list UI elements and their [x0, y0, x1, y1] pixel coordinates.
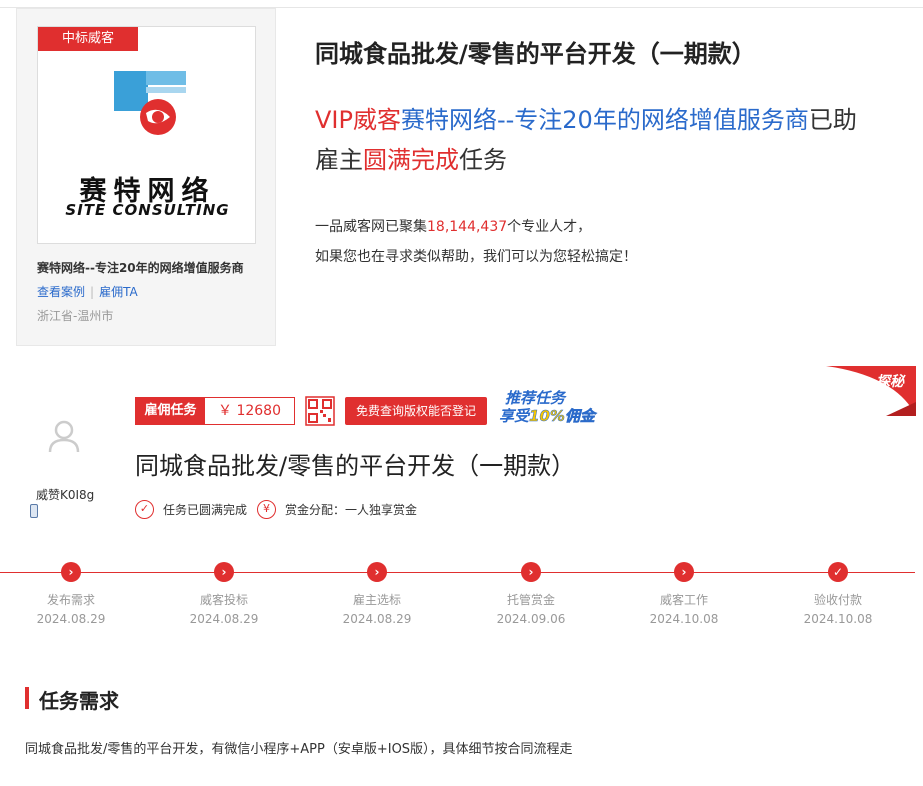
- timeline-step-date: 2024.08.29: [189, 612, 259, 626]
- timeline-step-date: 2024.08.29: [342, 612, 412, 626]
- sub-line-pre: 一品威客网已聚集: [315, 219, 427, 235]
- price-value: ￥ 12680: [218, 403, 281, 419]
- winner-name[interactable]: 赛特网络--专注20年的网络增值服务商: [37, 259, 244, 276]
- task-text: 任务: [459, 146, 507, 174]
- explore-ribbon[interactable]: 探秘: [826, 366, 916, 416]
- ribbon-text: 探秘: [876, 373, 906, 390]
- task-status-row: ✓ 任务已圆满完成 ¥ 赏金分配：一人独享赏金: [135, 500, 417, 519]
- timeline-step: › 威客投标 2024.08.29: [169, 562, 279, 626]
- timeline-step: ✓ 验收付款 2024.10.08: [783, 562, 893, 626]
- chevron-right-icon: ›: [214, 562, 234, 582]
- vip-label: VIP威客: [315, 106, 401, 134]
- promo-line2: 享受10%佣金: [499, 405, 595, 426]
- yen-circle-icon: ¥: [257, 500, 277, 519]
- view-cases-link[interactable]: 查看案例: [37, 285, 85, 299]
- top-border: [0, 0, 923, 8]
- logo-english-text: SITE CONSULTING: [65, 201, 230, 219]
- link-separator: |: [90, 285, 95, 299]
- timeline-step: › 雇主选标 2024.08.29: [322, 562, 432, 626]
- timeline-step: › 托管赏金 2024.09.06: [476, 562, 586, 626]
- timeline-step-date: 2024.10.08: [649, 612, 719, 626]
- timeline-step-label: 验收付款: [813, 593, 862, 607]
- timeline-step-label: 威客投标: [199, 593, 248, 607]
- headline-vip-text: VIP威客赛特网络--专注20年的网络增值服务商已助雇主圆满完成任务: [315, 100, 875, 180]
- chevron-right-icon: ›: [674, 562, 694, 582]
- task-done-status: 任务已圆满完成: [163, 503, 248, 517]
- employer-username[interactable]: 威赞K0I8g: [36, 486, 94, 503]
- check-circle-icon: ✓: [135, 500, 154, 519]
- completed-text: 圆满完成: [363, 146, 459, 174]
- promo-badge[interactable]: 推荐任务 享受10%佣金: [497, 387, 621, 427]
- promo-line2-highlight: 10%佣金: [529, 407, 595, 426]
- price-label: 雇佣任务: [136, 398, 205, 424]
- company-name-link[interactable]: 赛特网络--专注20年的网络增值服务商: [401, 106, 809, 134]
- promo-line2-pre: 享受: [499, 407, 530, 425]
- headline-sub: 一品威客网已聚集18,144,437个专业人才， 如果您也在寻求类似帮助，我们可…: [315, 212, 637, 272]
- timeline-step-label: 发布需求: [46, 593, 95, 607]
- timeline-step-date: 2024.08.29: [36, 612, 106, 626]
- sub-line-post: 个专业人才，: [507, 219, 592, 235]
- chevron-right-icon: ›: [521, 562, 541, 582]
- sub-line-2: 如果您也在寻求类似帮助，我们可以为您轻松搞定！: [315, 249, 637, 265]
- section-accent-bar: [25, 687, 29, 709]
- headline-title: 同城食品批发/零售的平台开发（一期款）: [315, 40, 756, 68]
- talent-count: 18,144,437: [427, 219, 508, 235]
- timeline-step-label: 威客工作: [659, 593, 708, 607]
- timeline-step: › 威客工作 2024.10.08: [629, 562, 739, 626]
- timeline-step-label: 雇主选标: [352, 593, 401, 607]
- price-tag: 雇佣任务 ￥ 12680: [135, 397, 295, 425]
- timeline-line: [0, 572, 915, 573]
- winner-card: 中标威客 赛特网络 SITE CONSULTING 赛特网络--专注20年的网络…: [16, 8, 276, 346]
- hire-link[interactable]: 雇佣TA: [99, 285, 138, 299]
- winner-links: 查看案例 | 雇佣TA: [37, 283, 138, 300]
- avatar-icon[interactable]: [44, 416, 84, 456]
- chevron-right-icon: ›: [367, 562, 387, 582]
- timeline-step-label: 托管赏金: [506, 593, 555, 607]
- task-title: 同城食品批发/零售的平台开发（一期款）: [135, 452, 576, 480]
- winner-logo[interactable]: 中标威客 赛特网络 SITE CONSULTING: [37, 26, 256, 244]
- reward-split: 赏金分配：一人独享赏金: [285, 503, 418, 517]
- qr-code-icon[interactable]: [305, 396, 335, 426]
- timeline-step: › 发布需求 2024.08.29: [16, 562, 126, 626]
- company-logo-icon: [114, 71, 186, 135]
- requirements-title: 任务需求: [39, 689, 119, 713]
- chevron-right-icon: ›: [61, 562, 81, 582]
- timeline-step-date: 2024.09.06: [496, 612, 566, 626]
- free-copyright-query-button[interactable]: 免费查询版权能否登记: [345, 397, 487, 425]
- phone-verified-icon: [30, 504, 38, 518]
- requirements-description: 同城食品批发/零售的平台开发，有微信小程序+APP（安卓版+IOS版），具体细节…: [25, 742, 573, 757]
- winner-tag: 中标威客: [38, 27, 138, 51]
- check-icon: ✓: [828, 562, 848, 582]
- timeline-step-date: 2024.10.08: [803, 612, 873, 626]
- winner-location: 浙江省-温州市: [37, 309, 114, 323]
